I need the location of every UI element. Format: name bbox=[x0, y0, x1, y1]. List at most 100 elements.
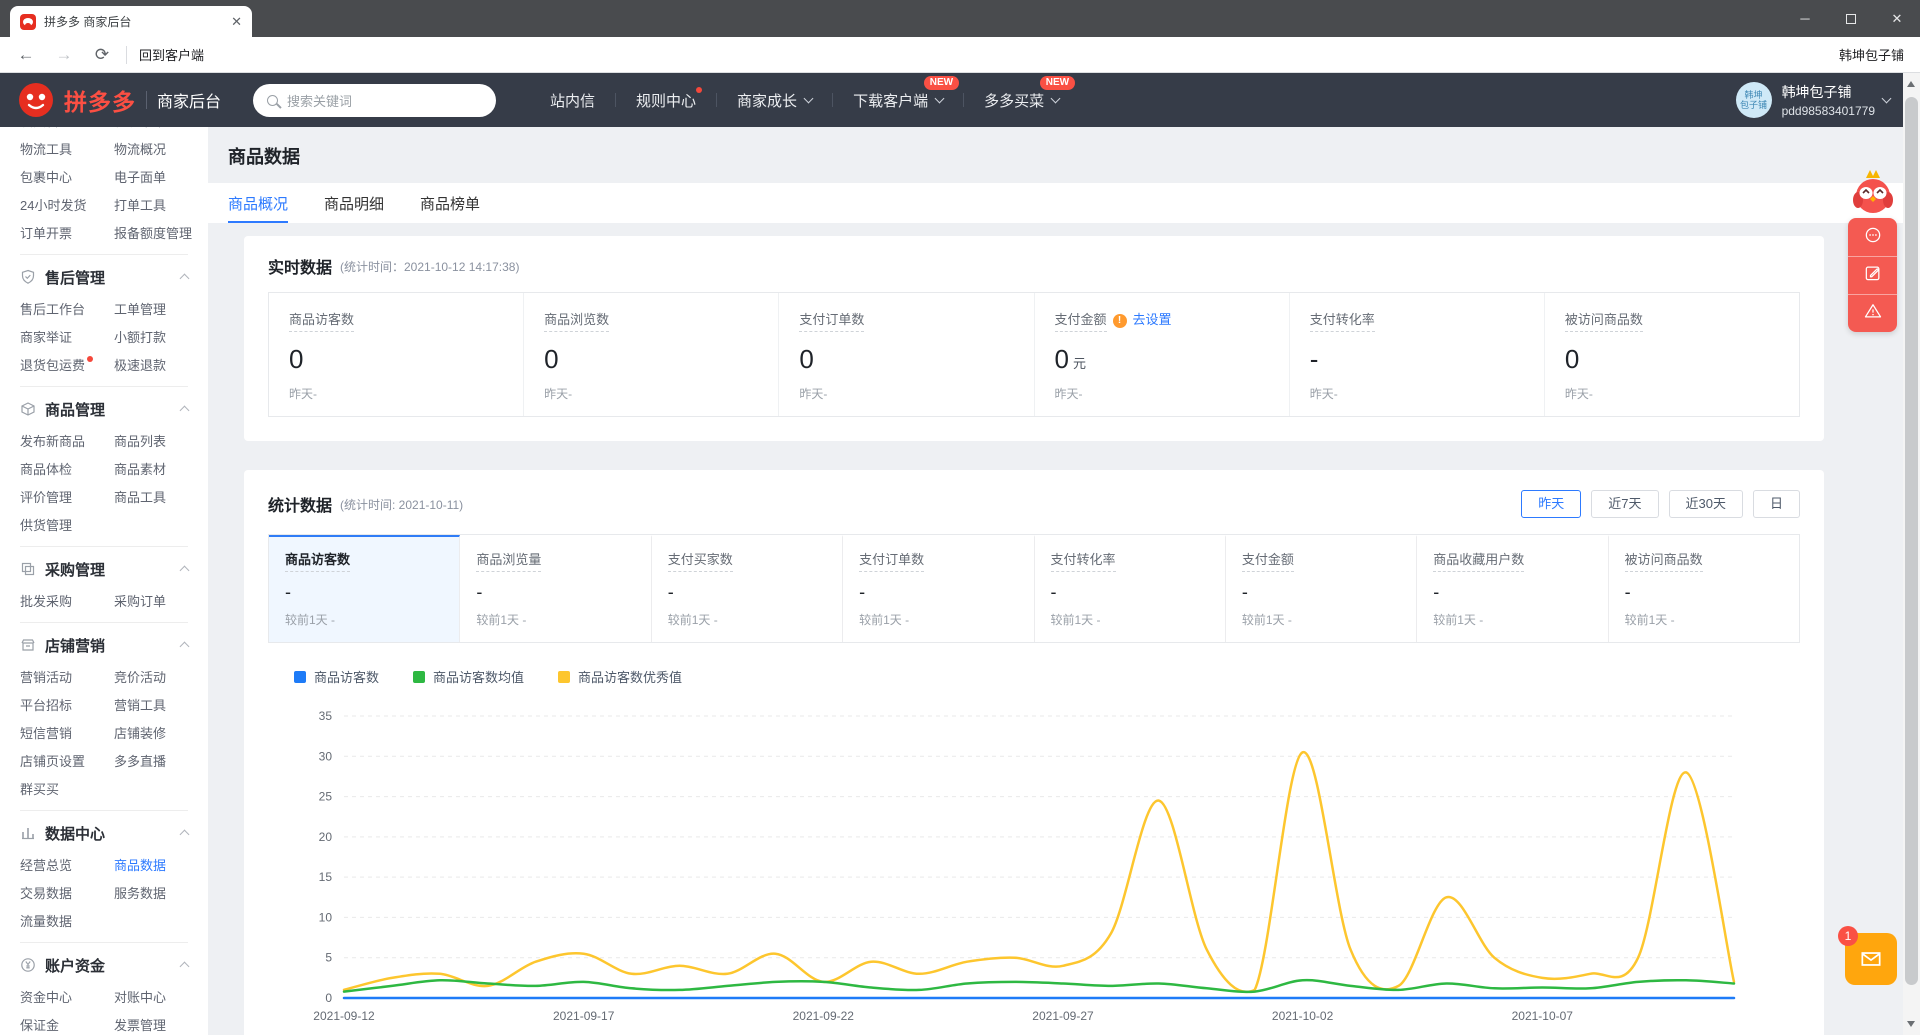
metric-tab-被访问商品数[interactable]: 被访问商品数 - 较前1天 - bbox=[1609, 535, 1799, 642]
nav-item-3[interactable]: 下载客户端 NEW bbox=[833, 73, 963, 127]
sidebar-link-群买买[interactable]: 群买买 bbox=[20, 782, 59, 797]
sidebar-link-商品列表[interactable]: 商品列表 bbox=[114, 434, 166, 449]
metric-tab-支付转化率[interactable]: 支付转化率 - 较前1天 - bbox=[1035, 535, 1226, 642]
sidebar-link-发货管理[interactable]: 发货管理 bbox=[20, 127, 72, 129]
metric-tab-商品收藏用户数[interactable]: 商品收藏用户数 - 较前1天 - bbox=[1417, 535, 1609, 642]
sidebar-section-数据中心[interactable]: 数据中心 bbox=[20, 818, 208, 848]
sidebar-link-采购订单[interactable]: 采购订单 bbox=[114, 594, 166, 609]
sidebar-link-店铺装修[interactable]: 店铺装修 bbox=[114, 726, 166, 741]
sidebar-link-商品素材[interactable]: 商品素材 bbox=[114, 462, 166, 477]
back-to-client-button[interactable]: 回到客户端 bbox=[139, 45, 204, 64]
search-input[interactable]: 搜索关键词 bbox=[253, 83, 497, 117]
scrollbar-thumb[interactable] bbox=[1905, 97, 1918, 985]
sidebar-link-服务数据[interactable]: 服务数据 bbox=[114, 886, 166, 901]
sidebar-section-店铺营销[interactable]: 店铺营销 bbox=[20, 630, 208, 660]
metric-label: 商品访客数 bbox=[285, 549, 351, 572]
scrollbar-down-icon[interactable] bbox=[1907, 1021, 1915, 1027]
mascot-bird-icon bbox=[1844, 166, 1902, 222]
sidebar-link-物流下单[interactable]: 物流下单 bbox=[114, 127, 166, 129]
sidebar-link-经营总览[interactable]: 经营总览 bbox=[20, 858, 72, 873]
sidebar-link-多多直播[interactable]: 多多直播 bbox=[114, 754, 166, 769]
legend-item-商品访客数均值[interactable]: 商品访客数均值 bbox=[413, 667, 524, 686]
edit-button[interactable] bbox=[1848, 256, 1897, 294]
sidebar-link-保证金[interactable]: 保证金 bbox=[20, 1018, 59, 1033]
window-close-button[interactable]: ✕ bbox=[1874, 0, 1920, 37]
chat-button[interactable] bbox=[1848, 218, 1897, 256]
scrollbar-up-icon[interactable] bbox=[1907, 81, 1915, 87]
go-setup-link[interactable]: 去设置 bbox=[1133, 312, 1172, 327]
warning-button[interactable] bbox=[1848, 294, 1897, 332]
sidebar-link-商品工具[interactable]: 商品工具 bbox=[114, 490, 166, 505]
sidebar-link-24小时发货[interactable]: 24小时发货 bbox=[20, 198, 86, 213]
tab-close-icon[interactable]: ✕ bbox=[231, 14, 242, 30]
range-button-近30天[interactable]: 近30天 bbox=[1668, 490, 1743, 518]
pinduoduo-logo-icon[interactable] bbox=[18, 82, 54, 118]
browser-tab[interactable]: 拼多多 商家后台 ✕ bbox=[10, 6, 252, 37]
sidebar-link-物流概况[interactable]: 物流概况 bbox=[114, 142, 166, 157]
sidebar-link-短信营销[interactable]: 短信营销 bbox=[20, 726, 72, 741]
metric-tab-商品访客数[interactable]: 商品访客数 - 较前1天 - bbox=[269, 535, 461, 642]
tab-商品明细[interactable]: 商品明细 bbox=[324, 183, 384, 223]
sidebar-section-售后管理[interactable]: 售后管理 bbox=[20, 262, 208, 292]
sidebar-link-工单管理[interactable]: 工单管理 bbox=[114, 302, 166, 317]
nav-item-4[interactable]: 多多买菜 NEW bbox=[964, 73, 1079, 127]
sidebar-link-资金中心[interactable]: 资金中心 bbox=[20, 990, 72, 1005]
sidebar-link-订单开票[interactable]: 订单开票 bbox=[20, 226, 72, 241]
sidebar-link-商家举证[interactable]: 商家举证 bbox=[20, 330, 72, 345]
reload-icon[interactable]: ⟳ bbox=[90, 45, 114, 65]
metric-value: - bbox=[667, 582, 674, 602]
legend-item-商品访客数[interactable]: 商品访客数 bbox=[294, 667, 379, 686]
nav-item-1[interactable]: 规则中心 bbox=[616, 73, 716, 127]
sidebar-link-发票管理[interactable]: 发票管理 bbox=[114, 1018, 166, 1033]
sidebar-link-报备额度管理[interactable]: 报备额度管理 bbox=[114, 226, 192, 241]
page-scrollbar[interactable] bbox=[1903, 73, 1920, 1035]
forward-icon[interactable]: → bbox=[52, 45, 76, 65]
sidebar-link-退货包运费[interactable]: 退货包运费 bbox=[20, 356, 94, 373]
sidebar-link-评价管理[interactable]: 评价管理 bbox=[20, 490, 72, 505]
metric-tab-支付金额[interactable]: 支付金额 - 较前1天 - bbox=[1226, 535, 1418, 642]
sidebar-link-物流工具[interactable]: 物流工具 bbox=[20, 142, 72, 157]
sidebar-section-商品管理[interactable]: 商品管理 bbox=[20, 394, 208, 424]
sidebar-link-营销工具[interactable]: 营销工具 bbox=[114, 698, 166, 713]
nav-item-label: 商家成长 bbox=[737, 92, 798, 110]
sidebar-link-极速退款[interactable]: 极速退款 bbox=[114, 358, 166, 373]
tab-商品概况[interactable]: 商品概况 bbox=[228, 183, 289, 223]
user-menu[interactable]: 韩坤 包子铺 韩坤包子铺 pdd98583401779 bbox=[1735, 73, 1892, 127]
range-button-日[interactable]: 日 bbox=[1752, 490, 1800, 518]
metric-tab-支付订单数[interactable]: 支付订单数 - 较前1天 - bbox=[843, 535, 1035, 642]
sidebar-link-竞价活动[interactable]: 竞价活动 bbox=[114, 670, 166, 685]
sidebar-link-对账中心[interactable]: 对账中心 bbox=[114, 990, 166, 1005]
range-button-昨天[interactable]: 昨天 bbox=[1521, 490, 1582, 518]
sidebar-link-供货管理[interactable]: 供货管理 bbox=[20, 518, 72, 533]
sidebar-link-商品数据[interactable]: 商品数据 bbox=[114, 858, 166, 873]
sidebar-section-账户资金[interactable]: 账户资金 bbox=[20, 950, 208, 980]
nav-item-0[interactable]: 站内信 bbox=[530, 73, 615, 127]
yen-icon bbox=[20, 957, 36, 973]
mail-button[interactable]: 1 bbox=[1838, 926, 1897, 985]
info-icon[interactable]: ! bbox=[1112, 314, 1127, 328]
sidebar-link-批发采购[interactable]: 批发采购 bbox=[20, 594, 72, 609]
tab-商品榜单[interactable]: 商品榜单 bbox=[420, 183, 480, 223]
sidebar-link-交易数据[interactable]: 交易数据 bbox=[20, 886, 72, 901]
metric-tab-商品浏览量[interactable]: 商品浏览量 - 较前1天 - bbox=[460, 535, 652, 642]
sidebar-link-电子面单[interactable]: 电子面单 bbox=[114, 170, 166, 185]
sidebar-link-包裹中心[interactable]: 包裹中心 bbox=[20, 170, 72, 185]
sidebar-link-店铺页设置[interactable]: 店铺页设置 bbox=[20, 754, 85, 769]
metric-tabs-strip: 商品访客数 - 较前1天 - 商品浏览量 - 较前1天 - 支付买家数 - 较前1天 - 支付订单… bbox=[268, 534, 1800, 643]
sidebar-link-打单工具[interactable]: 打单工具 bbox=[114, 198, 166, 213]
sidebar-link-小额打款[interactable]: 小额打款 bbox=[114, 330, 166, 345]
nav-item-2[interactable]: 商家成长 bbox=[717, 73, 832, 127]
window-maximize-button[interactable] bbox=[1828, 0, 1874, 37]
sidebar-link-商品体检[interactable]: 商品体检 bbox=[20, 462, 72, 477]
back-icon[interactable]: ← bbox=[14, 45, 38, 65]
sidebar-link-流量数据[interactable]: 流量数据 bbox=[20, 914, 72, 929]
range-button-近7天[interactable]: 近7天 bbox=[1591, 490, 1659, 518]
sidebar-link-发布新商品[interactable]: 发布新商品 bbox=[20, 434, 85, 449]
metric-tab-支付买家数[interactable]: 支付买家数 - 较前1天 - bbox=[652, 535, 844, 642]
sidebar-link-营销活动[interactable]: 营销活动 bbox=[20, 670, 72, 685]
sidebar-link-售后工作台[interactable]: 售后工作台 bbox=[20, 302, 85, 317]
legend-item-商品访客数优秀值[interactable]: 商品访客数优秀值 bbox=[558, 667, 682, 686]
window-minimize-button[interactable]: ─ bbox=[1782, 0, 1828, 37]
sidebar-link-平台招标[interactable]: 平台招标 bbox=[20, 698, 72, 713]
sidebar-section-采购管理[interactable]: 采购管理 bbox=[20, 554, 208, 584]
